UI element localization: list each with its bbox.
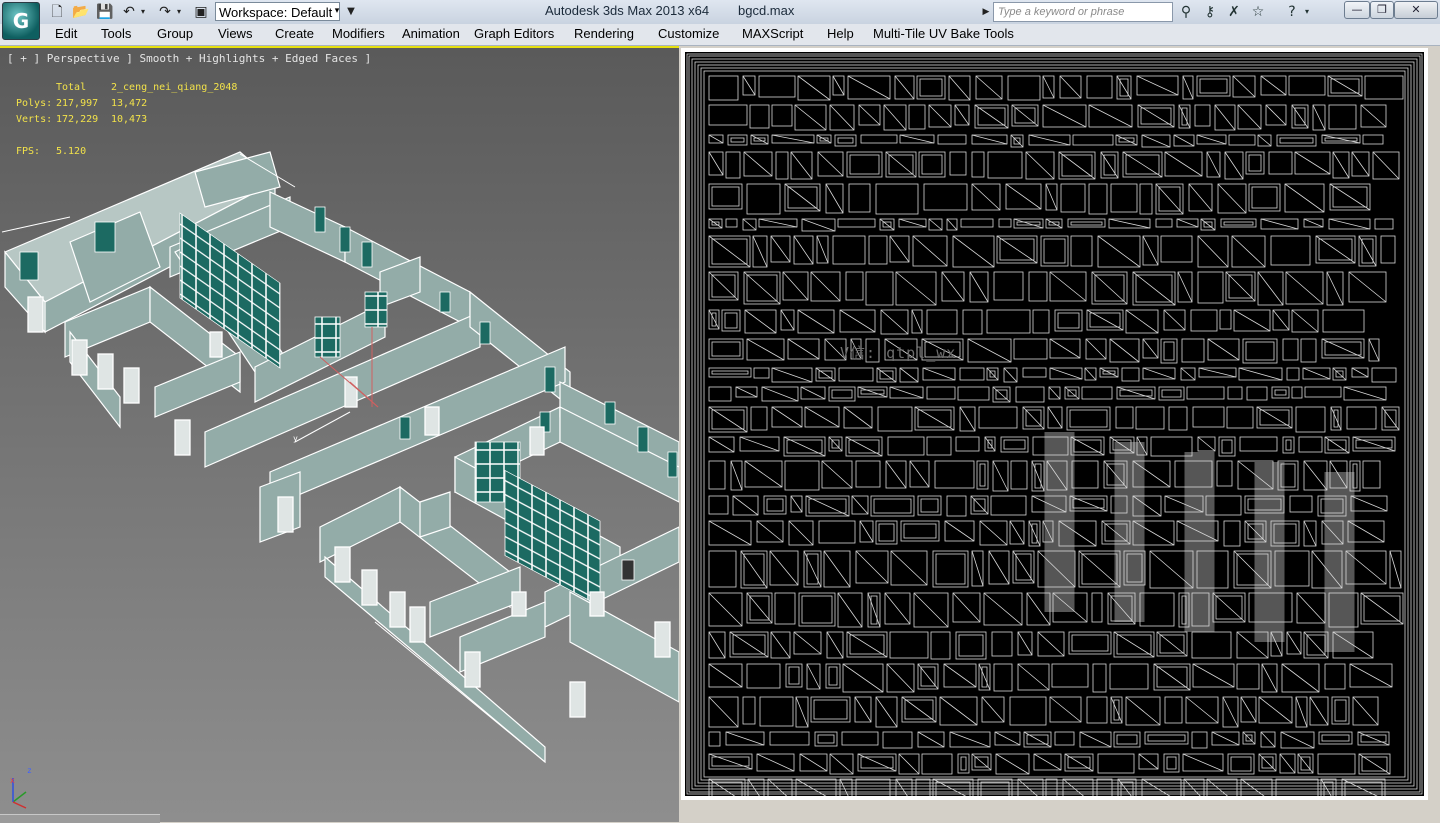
menu-maxscript[interactable]: MAXScript [742, 26, 803, 41]
maximize-button[interactable]: ❐ [1370, 1, 1394, 19]
title-bar: G 🗋 📂 💾 ↶ ▾ ↷ ▾ ▣ Workspace: Default ▾ ▼… [0, 0, 1440, 40]
search-expand-icon[interactable]: ▶ [980, 3, 992, 21]
stats-object-header: 2_ceng_nei_qiang_2048 [111, 82, 238, 93]
menu-create[interactable]: Create [275, 26, 314, 41]
subscription-center-icon[interactable]: ⚷ [1200, 3, 1220, 21]
undo-dropdown-icon[interactable]: ▾ [138, 3, 148, 21]
menu-rendering[interactable]: Rendering [574, 26, 634, 41]
close-button[interactable]: ✕ [1394, 1, 1438, 19]
watermark-text: V信: qtpl_wx [840, 344, 957, 362]
stats-verts-label: Verts: [16, 114, 53, 125]
file-title: bgcd.max [738, 3, 795, 18]
app-logo-button[interactable]: G [2, 2, 40, 40]
undo-icon[interactable]: ↶ [120, 3, 138, 21]
stats-polys-label: Polys: [16, 98, 53, 109]
menu-multi-tile-uv-bake-tools[interactable]: Multi-Tile UV Bake Tools [873, 26, 1014, 41]
menu-views[interactable]: Views [218, 26, 252, 41]
help-icon[interactable]: ? [1282, 3, 1302, 21]
menu-tools[interactable]: Tools [101, 26, 131, 41]
uv-islands [686, 53, 1423, 796]
redo-dropdown-icon[interactable]: ▾ [174, 3, 184, 21]
project-folder-icon[interactable]: ▣ [192, 3, 210, 21]
menu-graph-editors[interactable]: Graph Editors [474, 26, 554, 41]
menu-edit[interactable]: Edit [55, 26, 77, 41]
workspace-dropdown-arrow-icon[interactable]: ▾ [332, 3, 342, 20]
stats-fps-label: FPS: [16, 146, 41, 157]
uv-layout-viewport[interactable]: V信: qtpl_wx [679, 46, 1440, 822]
search-input[interactable]: Type a keyword or phrase [993, 2, 1173, 22]
menu-modifiers[interactable]: Modifiers [332, 26, 385, 41]
communication-center-icon[interactable]: ✗ [1224, 3, 1244, 21]
menu-bar: Edit Tools Group Views Create Modifiers … [0, 24, 1440, 46]
menu-animation[interactable]: Animation [402, 26, 460, 41]
help-dropdown-icon[interactable]: ▾ [1302, 3, 1312, 21]
stats-verts-total: 172,229 [56, 114, 99, 125]
uv-canvas[interactable]: V信: qtpl_wx [685, 52, 1424, 796]
menu-customize[interactable]: Customize [658, 26, 719, 41]
new-file-icon[interactable]: 🗋 [48, 3, 66, 21]
save-file-icon[interactable]: 💾 [96, 3, 114, 21]
axis-z-label: z [27, 766, 32, 775]
minimize-button[interactable]: — [1344, 1, 1370, 19]
workspace-dropdown[interactable]: Workspace: Default [215, 2, 340, 21]
stats-polys-object: 13,472 [111, 98, 148, 109]
app-title: Autodesk 3ds Max 2013 x64 [545, 3, 710, 18]
stats-total-header: Total [56, 82, 87, 93]
redo-icon[interactable]: ↷ [156, 3, 174, 21]
uv-frame: V信: qtpl_wx [681, 48, 1428, 800]
stats-verts-object: 10,473 [111, 114, 148, 125]
open-file-icon[interactable]: 📂 [72, 3, 90, 21]
perspective-viewport[interactable]: [ + ] Perspective ] Smooth + Highlights … [0, 46, 679, 822]
viewport-label[interactable]: [ + ] Perspective ] Smooth + Highlights … [7, 52, 371, 65]
viewport-gizmo-icon[interactable] [8, 783, 28, 803]
menu-help[interactable]: Help [827, 26, 854, 41]
favorites-star-icon[interactable]: ☆ [1248, 3, 1268, 21]
stats-fps-value: 5.120 [56, 146, 87, 157]
stats-polys-total: 217,997 [56, 98, 99, 109]
building-wireframe-scene [1, 151, 679, 809]
gizmo-y-label: y [293, 434, 298, 443]
app-logo-glyph: G [12, 9, 30, 33]
binoculars-icon[interactable]: ⚲ [1176, 3, 1196, 21]
menu-group[interactable]: Group [157, 26, 193, 41]
quick-access-customize-icon[interactable]: ▼ [344, 3, 358, 21]
